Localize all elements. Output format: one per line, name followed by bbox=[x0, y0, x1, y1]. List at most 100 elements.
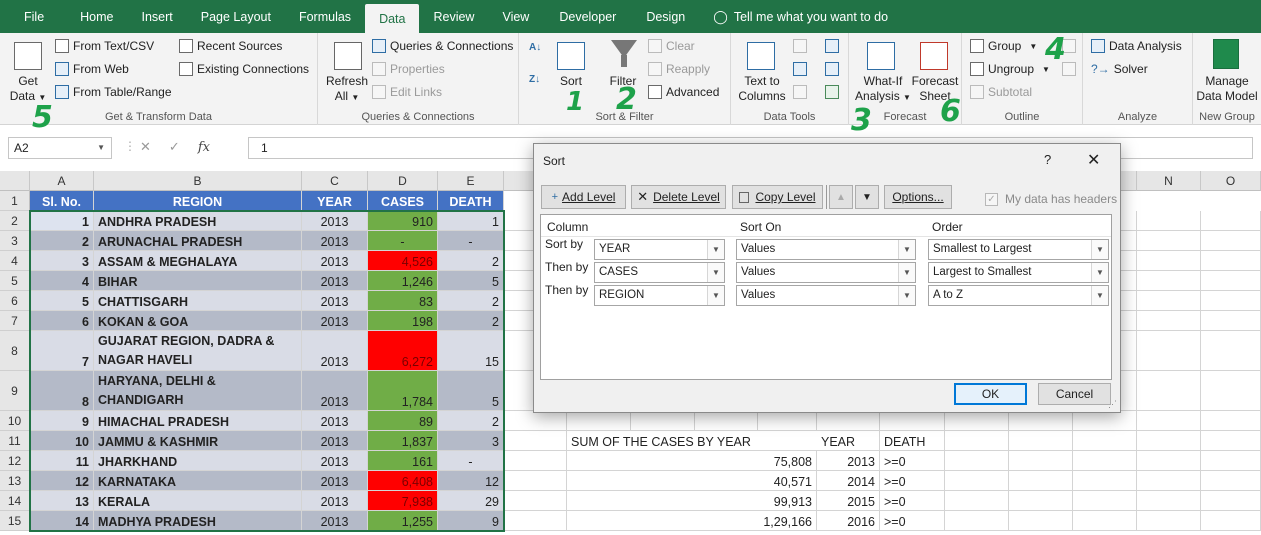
cases-cell[interactable]: 1,246 bbox=[368, 271, 438, 291]
empty-cell[interactable] bbox=[1201, 471, 1261, 491]
row-header[interactable]: 5 bbox=[0, 271, 30, 291]
tab-formulas[interactable]: Formulas bbox=[285, 0, 365, 33]
empty-cell[interactable] bbox=[504, 491, 567, 511]
manage-data-model-button[interactable]: Manage Data Model bbox=[1193, 74, 1261, 104]
edit-links-button[interactable]: Edit Links bbox=[372, 85, 442, 99]
clear-button[interactable]: Clear bbox=[648, 39, 695, 53]
sl-no-cell[interactable]: 9 bbox=[30, 411, 94, 431]
remove-duplicates-icon[interactable] bbox=[793, 62, 807, 76]
empty-cell[interactable] bbox=[1137, 451, 1201, 471]
tab-design[interactable]: Design bbox=[630, 0, 699, 33]
year-cell[interactable]: 2013 bbox=[302, 211, 368, 231]
cases-cell[interactable]: 910 bbox=[368, 211, 438, 231]
empty-cell[interactable] bbox=[1137, 211, 1201, 231]
level-column-select[interactable]: YEAR ▼ bbox=[594, 239, 725, 260]
properties-button[interactable]: Properties bbox=[372, 62, 445, 76]
empty-cell[interactable] bbox=[695, 411, 758, 431]
region-cell[interactable]: BIHAR bbox=[94, 271, 302, 291]
year-cell[interactable]: 2013 bbox=[302, 511, 368, 531]
empty-cell[interactable] bbox=[1137, 251, 1201, 271]
cases-cell[interactable]: 161 bbox=[368, 451, 438, 471]
tab-view[interactable]: View bbox=[488, 0, 543, 33]
sl-no-cell[interactable]: 7 bbox=[30, 331, 94, 371]
row-header[interactable]: 2 bbox=[0, 211, 30, 231]
text-to-columns-button[interactable]: Text to Columns bbox=[733, 74, 791, 104]
add-level-button[interactable]: + Add Level bbox=[541, 185, 626, 209]
what-if-analysis-button[interactable]: What-If Analysis ▼ bbox=[853, 74, 913, 105]
empty-cell[interactable] bbox=[1201, 231, 1261, 251]
empty-cell[interactable] bbox=[1137, 271, 1201, 291]
year-cell[interactable]: 2013 bbox=[302, 471, 368, 491]
table-header-cell[interactable]: CASES bbox=[368, 191, 438, 211]
death-cell[interactable]: 29 bbox=[438, 491, 504, 511]
death-cell[interactable]: 15 bbox=[438, 331, 504, 371]
flash-fill-icon[interactable] bbox=[793, 39, 807, 53]
empty-cell[interactable] bbox=[1201, 451, 1261, 471]
row-header[interactable]: 1 bbox=[0, 191, 30, 211]
summary-year-cell[interactable]: 2016 bbox=[817, 511, 880, 531]
sl-no-cell[interactable]: 1 bbox=[30, 211, 94, 231]
manage-data-model-small-icon[interactable] bbox=[825, 85, 839, 99]
summary-sum-cell[interactable]: 75,808 bbox=[567, 451, 817, 471]
death-cell[interactable]: 9 bbox=[438, 511, 504, 531]
year-cell[interactable]: 2013 bbox=[302, 231, 368, 251]
year-cell[interactable]: 2013 bbox=[302, 271, 368, 291]
empty-cell[interactable] bbox=[1073, 511, 1137, 531]
cases-cell[interactable]: 89 bbox=[368, 411, 438, 431]
region-cell[interactable]: JAMMU & KASHMIR bbox=[94, 431, 302, 451]
row-header[interactable]: 13 bbox=[0, 471, 30, 491]
empty-cell[interactable] bbox=[1137, 431, 1201, 451]
empty-cell[interactable] bbox=[1073, 471, 1137, 491]
empty-cell[interactable] bbox=[758, 411, 817, 431]
row-header[interactable]: 3 bbox=[0, 231, 30, 251]
from-table-range-button[interactable]: From Table/Range bbox=[55, 85, 172, 99]
empty-cell[interactable] bbox=[1201, 251, 1261, 271]
summary-year-cell[interactable]: 2013 bbox=[817, 451, 880, 471]
row-header[interactable]: 11 bbox=[0, 431, 30, 451]
column-header[interactable]: E bbox=[438, 171, 504, 191]
summary-sum-cell[interactable]: 40,571 bbox=[567, 471, 817, 491]
empty-cell[interactable] bbox=[1201, 311, 1261, 331]
sl-no-cell[interactable]: 4 bbox=[30, 271, 94, 291]
death-cell[interactable]: 2 bbox=[438, 291, 504, 311]
sl-no-cell[interactable]: 3 bbox=[30, 251, 94, 271]
empty-cell[interactable] bbox=[1201, 211, 1261, 231]
tab-home[interactable]: Home bbox=[66, 0, 127, 33]
empty-cell[interactable] bbox=[1137, 311, 1201, 331]
empty-cell[interactable] bbox=[1137, 331, 1201, 371]
summary-sum-cell[interactable]: 1,29,166 bbox=[567, 511, 817, 531]
tab-insert[interactable]: Insert bbox=[128, 0, 187, 33]
summary-year-cell[interactable]: 2015 bbox=[817, 491, 880, 511]
death-cell[interactable]: - bbox=[438, 231, 504, 251]
empty-cell[interactable] bbox=[504, 511, 567, 531]
move-down-button[interactable]: ▼ bbox=[855, 185, 879, 209]
year-cell[interactable]: 2013 bbox=[302, 431, 368, 451]
copy-level-button[interactable]: Copy Level bbox=[732, 185, 823, 209]
move-up-button[interactable]: ▲ bbox=[829, 185, 853, 209]
tab-file[interactable]: File bbox=[0, 0, 66, 33]
tell-me-search[interactable]: ◯ Tell me what you want to do bbox=[699, 0, 888, 33]
empty-cell[interactable] bbox=[1201, 291, 1261, 311]
summary-death-cell[interactable]: >=0 bbox=[880, 511, 945, 531]
resize-grip-icon[interactable]: ⋰ bbox=[1108, 399, 1117, 410]
empty-cell[interactable] bbox=[945, 411, 1009, 431]
empty-cell[interactable] bbox=[1009, 511, 1073, 531]
tab-developer[interactable]: Developer bbox=[543, 0, 630, 33]
column-header[interactable]: B bbox=[94, 171, 302, 191]
summary-death-cell[interactable]: >=0 bbox=[880, 471, 945, 491]
level-column-select[interactable]: CASES ▼ bbox=[594, 262, 725, 283]
region-cell[interactable]: KARNATAKA bbox=[94, 471, 302, 491]
year-cell[interactable]: 2013 bbox=[302, 411, 368, 431]
summary-death-cell[interactable]: >=0 bbox=[880, 491, 945, 511]
empty-cell[interactable] bbox=[1201, 491, 1261, 511]
tab-page-layout[interactable]: Page Layout bbox=[187, 0, 285, 33]
tab-review[interactable]: Review bbox=[419, 0, 488, 33]
summary-year-cell[interactable]: 2014 bbox=[817, 471, 880, 491]
row-header[interactable]: 14 bbox=[0, 491, 30, 511]
advanced-button[interactable]: Advanced bbox=[648, 85, 719, 99]
sl-no-cell[interactable]: 11 bbox=[30, 451, 94, 471]
sl-no-cell[interactable]: 14 bbox=[30, 511, 94, 531]
empty-cell[interactable] bbox=[1009, 471, 1073, 491]
region-cell[interactable]: MADHYA PRADESH bbox=[94, 511, 302, 531]
empty-cell[interactable] bbox=[1201, 371, 1261, 411]
